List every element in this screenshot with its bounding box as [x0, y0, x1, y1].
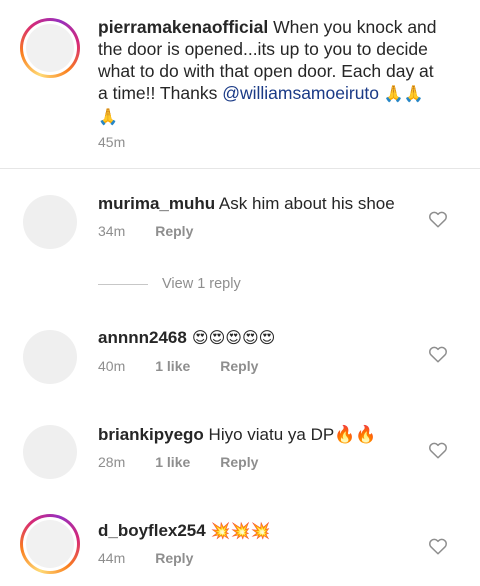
comment-text: murima_muhu Ask him about his shoe — [98, 193, 395, 215]
comment-text: d_boyflex254 💥💥💥 — [98, 520, 271, 542]
comment-time: 40m — [98, 358, 126, 374]
view-replies-link[interactable]: View 1 reply — [98, 276, 241, 292]
comments-page: pierramakenaofficial When you knock and … — [0, 0, 480, 586]
reply-button[interactable]: Reply — [155, 550, 193, 566]
comment-time: 44m — [98, 550, 126, 566]
reply-button[interactable]: Reply — [220, 358, 258, 374]
avatar[interactable] — [23, 195, 77, 249]
avatar[interactable] — [26, 24, 74, 72]
caption-time: 45m — [98, 134, 126, 150]
caption-avatar-story-ring[interactable] — [20, 18, 80, 78]
avatar[interactable] — [26, 520, 74, 568]
comment-time: 34m — [98, 223, 126, 239]
comment-text: briankipyego Hiyo viatu ya DP🔥🔥 — [98, 424, 377, 446]
comment-meta: 28m 1 like Reply — [98, 454, 258, 470]
like-count[interactable]: 1 like — [155, 454, 190, 470]
comment-username[interactable]: d_boyflex254 — [98, 521, 206, 540]
comment-body: 💥💥💥 — [205, 521, 271, 540]
caption-text: pierramakenaofficial When you knock and … — [98, 16, 438, 128]
post-caption: pierramakenaofficial When you knock and … — [0, 0, 480, 169]
comment-username[interactable]: murima_muhu — [98, 194, 215, 213]
like-count[interactable]: 1 like — [155, 358, 190, 374]
avatar-story-ring[interactable] — [20, 514, 80, 574]
comment-meta: 44m Reply — [98, 550, 193, 566]
comment-body: Ask him about his shoe — [215, 194, 395, 213]
comment-time: 28m — [98, 454, 126, 470]
comment-meta: 34m Reply — [98, 223, 193, 239]
comment-body: Hiyo viatu ya DP🔥🔥 — [203, 425, 377, 444]
reply-button[interactable]: Reply — [155, 223, 193, 239]
avatar[interactable] — [23, 330, 77, 384]
comment-meta: 40m 1 like Reply — [98, 358, 258, 374]
comment-text: annnn2468 😍😍😍😍😍 — [98, 327, 275, 349]
heart-icon[interactable] — [428, 537, 448, 555]
comment-username[interactable]: annnn2468 — [98, 328, 187, 347]
caption-username[interactable]: pierramakenaofficial — [98, 17, 268, 37]
heart-icon[interactable] — [428, 441, 448, 459]
comment-body: 😍😍😍😍😍 — [186, 328, 276, 347]
heart-icon[interactable] — [428, 345, 448, 363]
heart-icon[interactable] — [428, 210, 448, 228]
comment-username[interactable]: briankipyego — [98, 425, 204, 444]
avatar[interactable] — [23, 425, 77, 479]
view-replies-label[interactable]: View 1 reply — [162, 276, 241, 292]
reply-button[interactable]: Reply — [220, 454, 258, 470]
divider — [98, 283, 148, 285]
caption-mention[interactable]: @williamsamoeiruto — [222, 83, 379, 103]
